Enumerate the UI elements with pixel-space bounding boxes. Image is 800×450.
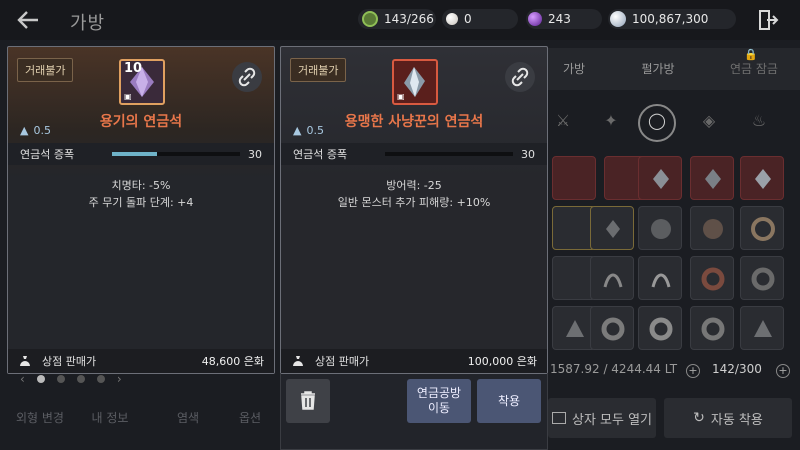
inventory-slot[interactable]	[552, 156, 596, 200]
shop-sell-row: 상점 판매가 48,600 은화	[8, 349, 274, 373]
lock-icon: 🔒	[744, 48, 758, 61]
inventory-slot[interactable]	[690, 206, 734, 250]
amplification-bar	[112, 152, 240, 156]
inventory-slot[interactable]	[638, 306, 682, 350]
item-level-badge: 10	[124, 61, 143, 76]
item-stat: 치명타: -5%	[111, 179, 171, 192]
inventory-weight: 1587.92 / 4244.44 LT	[550, 362, 678, 376]
alchemy-stone-icon: 10 ▣	[119, 59, 165, 105]
item-tooltip-card-selected: 거래불가 ▣ 용맹한 사냥꾼의 연금석 ▲ 0.5 연금석 증폭 30 방어력:…	[280, 46, 548, 374]
inventory-slot[interactable]	[590, 256, 634, 300]
back-arrow-icon[interactable]	[14, 6, 46, 34]
exit-icon[interactable]	[756, 8, 780, 32]
menu-appearance[interactable]: 외형 변경	[8, 398, 72, 438]
amplification-row: 연금석 증폭 30	[8, 143, 274, 165]
delete-button[interactable]	[286, 379, 330, 423]
weight-icon: ▲	[20, 124, 29, 137]
lock-icon: ▣	[397, 92, 405, 101]
inventory-slot[interactable]	[740, 206, 784, 250]
menu-my-info[interactable]: 내 정보	[80, 398, 140, 438]
auto-equip-button[interactable]: ↻ 자동 착용	[664, 398, 792, 438]
item-stat: 일반 몬스터 추가 피해량: +10%	[337, 196, 491, 209]
shop-sell-row: 상점 판매가 100,000 은화	[281, 349, 547, 373]
inventory-slot[interactable]	[638, 256, 682, 300]
add-slot-icon[interactable]: +	[776, 364, 790, 378]
belt-icon[interactable]: ◈	[698, 110, 720, 132]
armor-icon[interactable]: ✦	[600, 110, 622, 132]
tab-bag[interactable]: 가방	[548, 48, 600, 90]
page-title: 가방	[70, 13, 106, 34]
add-weight-icon[interactable]: +	[686, 364, 700, 378]
money-bag-icon	[18, 354, 32, 368]
item-weight: ▲ 0.5	[20, 124, 51, 137]
page-next-icon[interactable]: ›	[117, 372, 122, 386]
inventory-slot[interactable]	[590, 206, 634, 250]
money-bag-icon	[291, 354, 305, 368]
amplification-fill	[112, 152, 157, 156]
ring-icon[interactable]: ◯	[646, 110, 668, 132]
inventory-slot[interactable]	[740, 256, 784, 300]
inventory-slot[interactable]	[740, 306, 784, 350]
weight-icon: ▲	[293, 124, 302, 137]
inventory-slot[interactable]	[740, 156, 784, 200]
amplification-bar	[385, 152, 513, 156]
tab-pearl-bag[interactable]: 펄가방	[612, 48, 704, 90]
page-prev-icon[interactable]: ‹	[20, 372, 25, 386]
item-stat: 주 무기 돌파 단계: +4	[88, 196, 194, 209]
box-icon	[551, 412, 566, 424]
green-badge-icon	[362, 11, 378, 27]
inventory-slot-count: 142/300	[712, 362, 762, 376]
page-indicator: ‹ ›	[20, 372, 122, 386]
inventory-slot[interactable]	[690, 306, 734, 350]
menu-options[interactable]: 옵션	[222, 398, 278, 438]
link-icon[interactable]	[505, 62, 535, 92]
currency-pearl: 0	[446, 9, 472, 29]
purple-orb-icon	[528, 12, 542, 26]
move-to-alchemy-workshop-button[interactable]: 연금공방 이동	[407, 379, 471, 423]
trade-restricted-badge: 거래불가	[290, 58, 347, 82]
currency-silver: 100,867,300	[610, 9, 708, 29]
link-icon[interactable]	[232, 62, 262, 92]
pearl-icon	[446, 13, 458, 25]
refresh-icon: ↻	[693, 410, 705, 426]
item-tooltip-card-equipped: 거래불가 10 ▣ 용기의 연금석 ▲ 0.5 연금석 증폭 30 치명타: -…	[7, 46, 275, 374]
trade-restricted-badge: 거래불가	[17, 58, 74, 82]
item-stat: 방어력: -25	[386, 179, 442, 192]
amplification-row: 연금석 증폭 30	[281, 143, 547, 165]
currency-purple: 243	[528, 9, 571, 29]
silver-coin-icon	[610, 11, 626, 27]
inventory-slot[interactable]	[690, 156, 734, 200]
trash-icon	[301, 391, 315, 410]
equip-button[interactable]: 착용	[477, 379, 541, 423]
inventory-slot[interactable]	[638, 206, 682, 250]
inventory-slot[interactable]	[638, 156, 682, 200]
inventory-slot[interactable]	[590, 306, 634, 350]
menu-dye[interactable]: 염색	[160, 398, 216, 438]
crossed-swords-icon[interactable]: ⚔	[552, 110, 574, 132]
alchemy-stone-icon: ▣	[392, 59, 438, 105]
potion-icon[interactable]: ♨	[748, 110, 770, 132]
lock-icon: ▣	[124, 92, 132, 101]
inventory-slot[interactable]	[690, 256, 734, 300]
currency-capacity: 143/266	[362, 9, 434, 29]
open-all-boxes-button[interactable]: 상자 모두 열기	[548, 398, 656, 438]
item-weight: ▲ 0.5	[293, 124, 324, 137]
